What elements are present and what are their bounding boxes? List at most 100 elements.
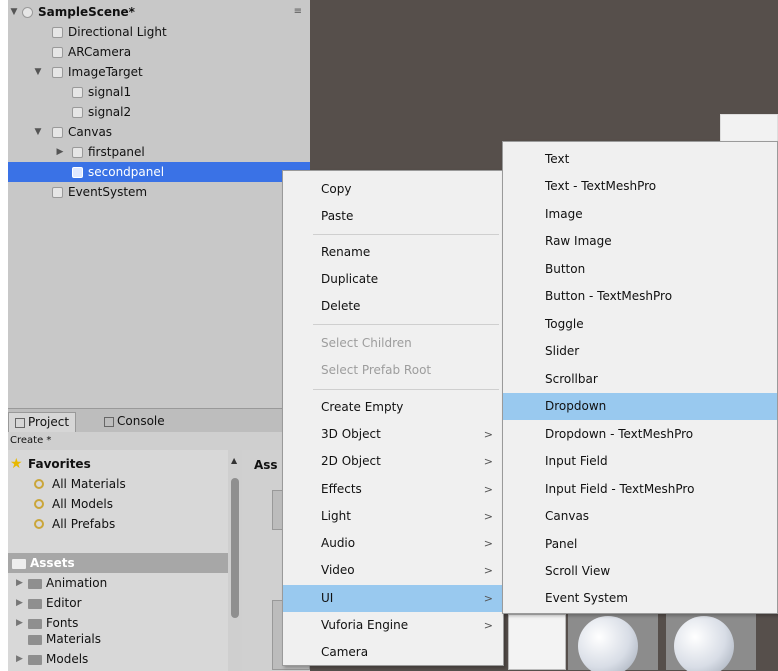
gameobject-icon xyxy=(72,107,83,118)
menu-item-paste[interactable]: Paste xyxy=(283,203,503,230)
asset-folder[interactable]: ▶ Animation xyxy=(8,573,228,593)
menu-item-effects[interactable]: Effects > xyxy=(283,476,503,503)
hierarchy-item-signal1[interactable]: signal1 xyxy=(8,82,310,102)
hierarchy-item-arcamera[interactable]: ARCamera xyxy=(8,42,310,62)
menu-item-label: Duplicate xyxy=(321,272,379,286)
menu-item-audio[interactable]: Audio > xyxy=(283,530,503,557)
submenu-arrow-icon: > xyxy=(483,537,493,550)
hierarchy-item-label: Directional Light xyxy=(68,25,167,39)
submenu-item-text-textmeshpro[interactable]: Text - TextMeshPro xyxy=(503,173,777,200)
project-tree: ★ Favorites All Materials All Models All… xyxy=(8,450,228,671)
asset-thumbnail[interactable] xyxy=(666,614,756,671)
expand-arrow-icon[interactable]: ▶ xyxy=(16,649,23,669)
menu-item-vuforia-engine[interactable]: Vuforia Engine > xyxy=(283,612,503,639)
assets-header[interactable]: Assets xyxy=(8,553,228,573)
create-dropdown[interactable]: Create * xyxy=(10,435,51,446)
asset-thumbnail[interactable] xyxy=(568,614,658,671)
gameobject-icon xyxy=(72,167,83,178)
expand-triangle-icon[interactable]: ▼ xyxy=(32,62,44,82)
scene-header[interactable]: ▼ SampleScene* ≡ xyxy=(8,2,310,22)
favorites-label: Favorites xyxy=(28,457,91,471)
scene-menu-icon[interactable]: ≡ xyxy=(294,2,302,22)
menu-item-2d-object[interactable]: 2D Object > xyxy=(283,448,503,475)
submenu-item-label: Button xyxy=(545,262,586,276)
project-tree-scrollbar[interactable]: ▲ xyxy=(228,450,242,671)
hierarchy-item-directional-light[interactable]: Directional Light xyxy=(8,22,310,42)
submenu-item-button[interactable]: Button xyxy=(503,256,777,283)
scroll-up-icon[interactable]: ▲ xyxy=(231,456,237,465)
menu-item-ui[interactable]: UI > xyxy=(283,585,503,612)
asset-folder[interactable]: ▶ Models xyxy=(8,649,228,669)
gameobject-icon xyxy=(52,127,63,138)
tab-project[interactable]: Project xyxy=(8,412,77,432)
hierarchy-item-label: EventSystem xyxy=(68,185,148,199)
menu-item-3d-object[interactable]: 3D Object > xyxy=(283,421,503,448)
menu-item-label: Copy xyxy=(321,182,352,196)
collapse-triangle-icon[interactable]: ▶ xyxy=(54,142,66,162)
submenu-item-dropdown-textmeshpro[interactable]: Dropdown - TextMeshPro xyxy=(503,421,777,448)
folder-label: Animation xyxy=(46,576,108,590)
asset-thumbnail[interactable] xyxy=(508,614,566,670)
submenu-arrow-icon: > xyxy=(483,455,493,468)
tab-console[interactable]: Console xyxy=(98,412,171,432)
submenu-item-label: Scroll View xyxy=(545,564,611,578)
menu-item-camera[interactable]: Camera xyxy=(283,639,503,666)
submenu-item-slider[interactable]: Slider xyxy=(503,338,777,365)
menu-item-video[interactable]: Video > xyxy=(283,557,503,584)
submenu-arrow-icon: > xyxy=(483,619,493,632)
menu-item-light[interactable]: Light > xyxy=(283,503,503,530)
submenu-item-dropdown[interactable]: Dropdown xyxy=(503,393,777,420)
favorites-item[interactable]: All Prefabs xyxy=(8,514,228,534)
expand-arrow-icon[interactable]: ▶ xyxy=(16,573,23,593)
hierarchy-item-signal2[interactable]: signal2 xyxy=(8,102,310,122)
folder-label: Editor xyxy=(46,596,82,610)
hierarchy-item-secondpanel[interactable]: secondpanel xyxy=(8,162,310,182)
menu-item-delete[interactable]: Delete xyxy=(283,293,503,320)
submenu-item-button-textmeshpro[interactable]: Button - TextMeshPro xyxy=(503,283,777,310)
submenu-item-image[interactable]: Image xyxy=(503,201,777,228)
expand-triangle-icon[interactable]: ▼ xyxy=(32,122,44,142)
context-menu: Copy Paste Rename Duplicate Delete Selec… xyxy=(282,170,504,666)
hierarchy-item-eventsystem[interactable]: EventSystem xyxy=(8,182,310,202)
asset-folder[interactable]: ▶ Editor xyxy=(8,593,228,613)
favorites-item[interactable]: All Materials xyxy=(8,474,228,494)
search-icon xyxy=(34,519,44,529)
menu-item-rename[interactable]: Rename xyxy=(283,239,503,266)
scrollbar-thumb[interactable] xyxy=(231,478,239,618)
sphere-material-icon xyxy=(578,616,638,671)
submenu-item-label: Toggle xyxy=(545,317,584,331)
hierarchy-item-canvas[interactable]: ▼ Canvas xyxy=(8,122,310,142)
menu-item-create-empty[interactable]: Create Empty xyxy=(283,394,503,421)
submenu-item-toggle[interactable]: Toggle xyxy=(503,311,777,338)
submenu-arrow-icon: > xyxy=(483,428,493,441)
submenu-item-label: Dropdown - TextMeshPro xyxy=(545,427,694,441)
hierarchy-item-imagetarget[interactable]: ▼ ImageTarget xyxy=(8,62,310,82)
folder-icon xyxy=(28,619,42,629)
expand-triangle-icon[interactable]: ▼ xyxy=(8,2,20,22)
expand-arrow-icon[interactable]: ▶ xyxy=(16,593,23,613)
asset-folder[interactable]: Materials xyxy=(8,629,228,649)
submenu-item-input-field-textmeshpro[interactable]: Input Field - TextMeshPro xyxy=(503,476,777,503)
submenu-item-scroll-view[interactable]: Scroll View xyxy=(503,558,777,585)
submenu-item-canvas[interactable]: Canvas xyxy=(503,503,777,530)
submenu-item-raw-image[interactable]: Raw Image xyxy=(503,228,777,255)
submenu-item-event-system[interactable]: Event System xyxy=(503,585,777,612)
hierarchy-item-label: secondpanel xyxy=(88,165,165,179)
hierarchy-item-firstpanel[interactable]: ▶ firstpanel xyxy=(8,142,310,162)
folder-label: Materials xyxy=(46,632,102,646)
favorites-item-label: All Materials xyxy=(52,477,126,491)
favorites-item[interactable]: All Models xyxy=(8,494,228,514)
submenu-item-label: Text xyxy=(545,152,570,166)
search-icon xyxy=(34,499,44,509)
menu-item-label: Paste xyxy=(321,209,354,223)
submenu-item-text[interactable]: Text xyxy=(503,146,777,173)
submenu-arrow-icon: > xyxy=(483,592,493,605)
favorites-header[interactable]: ★ Favorites xyxy=(8,454,228,474)
submenu-item-panel[interactable]: Panel xyxy=(503,531,777,558)
menu-item-copy[interactable]: Copy xyxy=(283,176,503,203)
hierarchy-item-label: signal1 xyxy=(88,85,132,99)
submenu-item-scrollbar[interactable]: Scrollbar xyxy=(503,366,777,393)
favorites-item-label: All Prefabs xyxy=(52,517,116,531)
menu-item-duplicate[interactable]: Duplicate xyxy=(283,266,503,293)
submenu-item-input-field[interactable]: Input Field xyxy=(503,448,777,475)
